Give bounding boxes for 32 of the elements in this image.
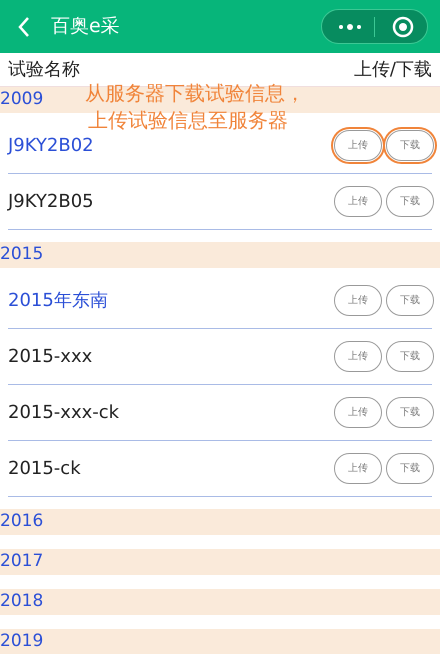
download-button[interactable]: 下载 — [386, 397, 434, 428]
upload-button[interactable]: 上传 — [334, 285, 382, 316]
year-header[interactable]: 2016 — [0, 509, 44, 535]
download-button[interactable]: 下载 — [386, 453, 434, 484]
download-button[interactable]: 下载 — [386, 341, 434, 372]
trial-name[interactable]: 2015-xxx — [8, 343, 92, 370]
year-header[interactable]: 2018 — [0, 589, 44, 615]
upload-button[interactable]: 上传 — [334, 453, 382, 484]
annotation-text: 上传试验信息至服务器 — [88, 107, 288, 134]
trial-name[interactable]: 2015-ck — [8, 455, 81, 482]
trial-name[interactable]: 2015年东南 — [8, 287, 108, 314]
column-header: 试验名称 — [8, 58, 80, 82]
year-header[interactable]: 2009 — [0, 87, 44, 113]
download-button[interactable]: 下载 — [386, 130, 434, 161]
year-header[interactable]: 2017 — [0, 549, 44, 575]
column-header: 上传/下载 — [354, 58, 432, 82]
trial-name[interactable]: 2015-xxx-ck — [8, 399, 120, 426]
download-button[interactable]: 下载 — [386, 186, 434, 217]
upload-button[interactable]: 上传 — [334, 397, 382, 428]
trial-name[interactable]: J9KY2B02 — [8, 132, 94, 159]
annotation-text: 从服务器下载试验信息， — [85, 80, 305, 107]
upload-button[interactable]: 上传 — [334, 130, 382, 161]
upload-button[interactable]: 上传 — [334, 341, 382, 372]
page-title: 百奥e采 — [51, 14, 120, 40]
more-icon[interactable] — [338, 22, 362, 30]
back-icon[interactable] — [17, 16, 31, 38]
close-icon[interactable] — [392, 16, 414, 38]
download-button[interactable]: 下载 — [386, 285, 434, 316]
upload-button[interactable]: 上传 — [334, 186, 382, 217]
year-header[interactable]: 2015 — [0, 242, 44, 268]
year-header[interactable]: 2019 — [0, 629, 44, 654]
trial-name[interactable]: J9KY2B05 — [8, 188, 94, 215]
